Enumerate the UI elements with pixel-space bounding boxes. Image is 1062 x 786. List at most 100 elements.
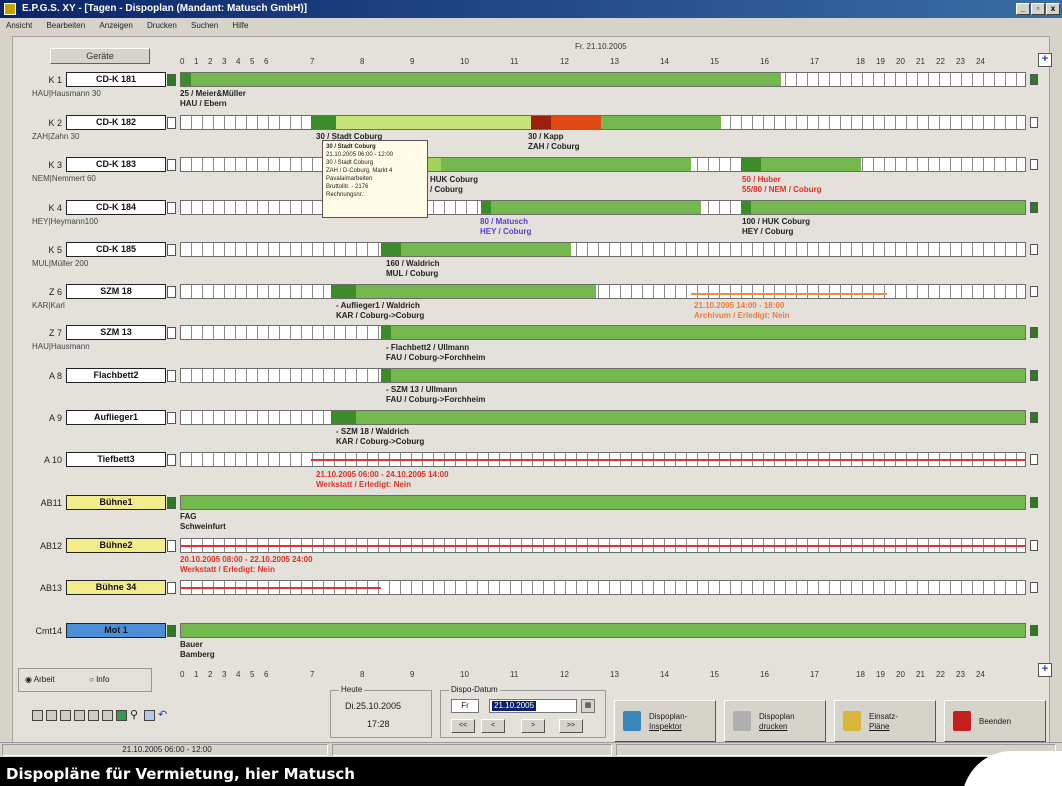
undo-icon[interactable]: ↶ [158, 710, 169, 721]
row-end-marker[interactable] [1030, 244, 1038, 255]
booking-bar[interactable] [441, 158, 691, 171]
dispoplan-inspektor-button[interactable]: Dispoplan- Inspektor [614, 700, 716, 742]
booking-bar[interactable] [181, 496, 1025, 509]
timeline-track[interactable] [180, 580, 1026, 595]
row-end-marker[interactable] [1030, 540, 1038, 551]
dispoplan-drucken-button[interactable]: Dispoplan drucken [724, 700, 826, 742]
view-week-icon[interactable] [46, 710, 57, 721]
booking-bar[interactable] [356, 285, 596, 298]
list-icon[interactable] [88, 710, 99, 721]
timeline-track[interactable] [180, 495, 1026, 510]
booking-bar[interactable] [391, 369, 1025, 382]
booking-bar[interactable] [336, 116, 531, 129]
timeline-track[interactable] [180, 200, 1026, 215]
row-expand-toggle[interactable] [167, 244, 176, 256]
vehicle-plate-button[interactable]: SZM 18 [66, 284, 166, 299]
add-top-button[interactable]: + [1038, 53, 1052, 67]
nav-prev-button[interactable]: < [481, 719, 505, 733]
minimize-button[interactable]: _ [1016, 3, 1030, 15]
binoculars-icon[interactable]: ⚲ [130, 710, 141, 721]
menu-hilfe[interactable]: Hilfe [232, 21, 248, 30]
row-expand-toggle[interactable] [167, 202, 176, 214]
row-expand-toggle[interactable] [167, 540, 176, 552]
vehicle-plate-button[interactable]: CD-K 181 [66, 72, 166, 87]
vehicle-plate-button[interactable]: Auflieger1 [66, 410, 166, 425]
row-expand-toggle[interactable] [167, 74, 176, 86]
row-expand-toggle[interactable] [167, 625, 176, 637]
calendar-icon[interactable] [74, 710, 85, 721]
booking-bar[interactable] [311, 116, 336, 129]
green-filter-icon[interactable] [116, 710, 127, 721]
row-end-marker[interactable] [1030, 286, 1038, 297]
booking-bar[interactable] [601, 116, 721, 129]
maintenance-line[interactable] [311, 459, 1025, 461]
row-expand-toggle[interactable] [167, 286, 176, 298]
booking-bar[interactable] [356, 411, 1025, 424]
row-end-marker[interactable] [1030, 74, 1038, 85]
nav-first-button[interactable]: << [451, 719, 475, 733]
booking-bar[interactable] [741, 201, 751, 214]
grid-icon[interactable] [102, 710, 113, 721]
row-end-marker[interactable] [1030, 327, 1038, 338]
row-end-marker[interactable] [1030, 412, 1038, 423]
booking-bar[interactable] [491, 201, 701, 214]
add-bottom-button[interactable]: + [1038, 663, 1052, 677]
maintenance-line[interactable] [181, 587, 381, 589]
timeline-track[interactable] [180, 72, 1026, 87]
einsatz-plaene-button[interactable]: Einsatz- Pläne [834, 700, 936, 742]
row-expand-toggle[interactable] [167, 412, 176, 424]
row-expand-toggle[interactable] [167, 582, 176, 594]
timeline-track[interactable] [180, 157, 1026, 172]
timeline-track[interactable] [180, 242, 1026, 257]
document-icon[interactable] [144, 710, 155, 721]
vehicle-plate-button[interactable]: CD-K 185 [66, 242, 166, 257]
booking-bar[interactable] [531, 116, 551, 129]
reservation-line[interactable] [691, 293, 887, 295]
booking-bar[interactable] [401, 243, 571, 256]
timeline-track[interactable] [180, 452, 1026, 467]
vehicle-plate-button[interactable]: SZM 13 [66, 325, 166, 340]
vehicle-plate-button[interactable]: Mot 1 [66, 623, 166, 638]
close-button[interactable]: x [1046, 3, 1060, 15]
vehicle-plate-button[interactable]: CD-K 184 [66, 200, 166, 215]
menu-anzeigen[interactable]: Anzeigen [99, 21, 132, 30]
timeline-track[interactable] [180, 115, 1026, 130]
dispo-date-input[interactable]: 21.10.2005 [489, 699, 577, 713]
vehicle-plate-button[interactable]: CD-K 183 [66, 157, 166, 172]
nav-next-button[interactable]: > [521, 719, 545, 733]
row-expand-toggle[interactable] [167, 327, 176, 339]
booking-bar[interactable] [391, 326, 1025, 339]
menu-drucken[interactable]: Drucken [147, 21, 177, 30]
maintenance-line[interactable] [181, 545, 1025, 547]
vehicle-plate-button[interactable]: CD-K 182 [66, 115, 166, 130]
timeline-track[interactable] [180, 538, 1026, 553]
booking-bar[interactable] [181, 73, 191, 86]
timeline-track[interactable] [180, 284, 1026, 299]
vehicle-plate-button[interactable]: Bühne1 [66, 495, 166, 510]
beenden-button[interactable]: Beenden [944, 700, 1046, 742]
vehicle-plate-button[interactable]: Bühne 34 [66, 580, 166, 595]
radio-info[interactable]: ○ Info [89, 675, 109, 684]
booking-bar[interactable] [751, 201, 1025, 214]
timeline-track[interactable] [180, 325, 1026, 340]
vehicle-plate-button[interactable]: Tiefbett3 [66, 452, 166, 467]
row-expand-toggle[interactable] [167, 497, 176, 509]
menu-suchen[interactable]: Suchen [191, 21, 218, 30]
calendar-dropdown-button[interactable]: ▦ [581, 699, 595, 713]
row-expand-toggle[interactable] [167, 454, 176, 466]
booking-bar[interactable] [481, 201, 491, 214]
booking-bar[interactable] [181, 624, 1025, 637]
row-end-marker[interactable] [1030, 370, 1038, 381]
timeline-track[interactable] [180, 410, 1026, 425]
row-expand-toggle[interactable] [167, 370, 176, 382]
booking-bar[interactable] [331, 411, 356, 424]
row-expand-toggle[interactable] [167, 159, 176, 171]
maximize-button[interactable]: ▫ [1031, 3, 1045, 15]
view-day-icon[interactable] [32, 710, 43, 721]
booking-bar[interactable] [381, 243, 401, 256]
radio-arbeit[interactable]: ◉ Arbeit [25, 675, 55, 684]
row-end-marker[interactable] [1030, 625, 1038, 636]
timeline-track[interactable] [180, 623, 1026, 638]
timeline-track[interactable] [180, 368, 1026, 383]
nav-last-button[interactable]: >> [559, 719, 583, 733]
